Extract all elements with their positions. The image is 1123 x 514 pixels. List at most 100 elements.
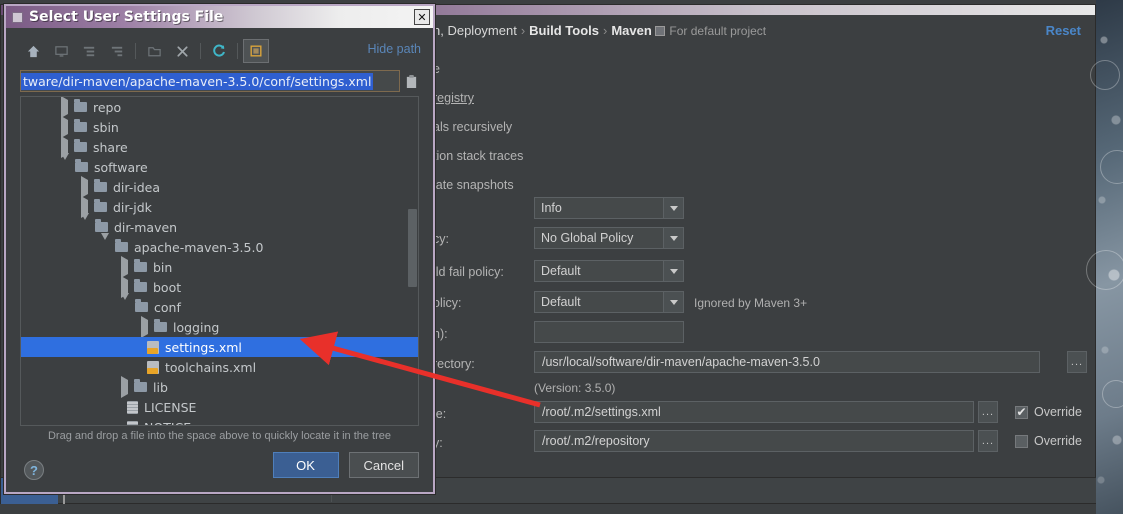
user-settings-file-browse-button[interactable]: ... xyxy=(978,401,998,423)
chevron-down-icon[interactable] xyxy=(663,292,683,312)
close-icon[interactable]: ✕ xyxy=(414,9,430,25)
tree-row[interactable]: repo xyxy=(21,97,418,118)
tree-row[interactable]: software xyxy=(21,153,418,177)
tree-row-label: toolchains.xml xyxy=(165,359,257,375)
collapse-all-icon[interactable] xyxy=(104,39,130,63)
label-use-plugin-registry-text: registry xyxy=(433,91,474,105)
tree-row[interactable]: LICENSE xyxy=(21,397,418,417)
folder-icon xyxy=(74,119,87,132)
tree-row[interactable]: toolchains.xml xyxy=(21,357,418,377)
label-always-update-snapshots-text: late snapshots xyxy=(433,178,514,192)
breadcrumb-maven[interactable]: Maven xyxy=(611,23,651,38)
chevron-right-icon[interactable] xyxy=(81,196,88,218)
window-icon xyxy=(12,11,23,23)
toolbar-divider xyxy=(135,43,136,59)
tree-row-label: sbin xyxy=(93,119,119,135)
xml-file-icon xyxy=(147,340,159,354)
folder-icon xyxy=(74,139,87,152)
chevron-right-icon[interactable] xyxy=(141,316,148,338)
multiproject-build-fail-policy-combo[interactable]: Default xyxy=(534,260,684,282)
chevron-down-icon[interactable] xyxy=(663,261,683,281)
output-level-combo[interactable]: Info xyxy=(534,197,684,219)
expand-all-icon[interactable] xyxy=(76,39,102,63)
ok-button[interactable]: OK xyxy=(272,452,339,478)
tree-row-label: dir-jdk xyxy=(113,199,152,215)
new-folder-icon[interactable] xyxy=(141,39,167,63)
tree-scrollbar[interactable] xyxy=(408,209,417,287)
override-settings-checkbox[interactable]: Override xyxy=(1015,405,1082,419)
checkbox-icon[interactable] xyxy=(1015,434,1028,448)
local-repository-value: /root/.m2/repository xyxy=(542,434,650,448)
show-hidden-files-icon[interactable] xyxy=(243,39,269,63)
plugin-update-policy-value: Default xyxy=(541,295,581,309)
tree-row[interactable]: dir-idea xyxy=(21,176,418,198)
label-multiproject-build-fail-policy: ild fail policy: xyxy=(433,265,504,279)
label-thread-count: n): xyxy=(433,327,448,341)
folder-icon xyxy=(134,379,147,392)
delete-icon[interactable] xyxy=(169,39,195,63)
tree-row-label: NOTICE xyxy=(144,420,191,426)
desktop-wallpaper xyxy=(1086,0,1123,514)
toolbar-divider-3 xyxy=(237,43,238,59)
chevron-down-icon[interactable] xyxy=(101,233,109,254)
chevron-right-icon[interactable] xyxy=(121,256,128,278)
select-user-settings-file-dialog: Select User Settings File ✕ Hide path tw… xyxy=(4,4,435,494)
tree-row-label: repo xyxy=(93,99,122,115)
chevron-right-icon[interactable] xyxy=(61,116,68,138)
tree-row[interactable]: dir-maven xyxy=(21,213,418,237)
plugin-update-policy-note: Ignored by Maven 3+ xyxy=(694,296,808,310)
path-input[interactable]: tware/dir-maven/apache-maven-3.5.0/conf/… xyxy=(20,70,400,92)
folder-icon xyxy=(74,99,87,112)
home-icon[interactable] xyxy=(20,39,46,63)
maven-home-browse-button[interactable]: ... xyxy=(1067,351,1087,373)
tree-row[interactable]: NOTICE xyxy=(21,417,418,426)
refresh-icon[interactable] xyxy=(206,39,232,63)
cancel-button[interactable]: Cancel xyxy=(348,452,419,478)
tree-row[interactable]: share xyxy=(21,136,418,158)
checksum-policy-combo[interactable]: No Global Policy xyxy=(534,227,684,249)
desktop-icon[interactable] xyxy=(48,39,74,63)
tree-row[interactable]: conf xyxy=(21,293,418,317)
help-button[interactable]: ? xyxy=(24,460,44,480)
tree-row[interactable]: sbin xyxy=(21,116,418,138)
tree-row-label: conf xyxy=(154,299,181,315)
chevron-right-icon[interactable] xyxy=(121,276,128,298)
folder-icon xyxy=(95,219,108,232)
reset-link[interactable]: Reset xyxy=(1046,23,1081,38)
plugin-update-policy-combo[interactable]: Default xyxy=(534,291,684,313)
breadcrumb-scope: For default project xyxy=(669,24,767,38)
tree-row-label: share xyxy=(93,139,128,155)
chevron-right-icon[interactable] xyxy=(81,176,88,198)
tree-row[interactable]: settings.xml xyxy=(21,337,418,357)
breadcrumb-separator-1: › xyxy=(520,23,526,38)
paste-icon[interactable] xyxy=(403,74,419,89)
maven-home-directory-input[interactable]: /usr/local/software/dir-maven/apache-mav… xyxy=(534,351,1040,373)
user-settings-file-input[interactable]: /root/.m2/settings.xml xyxy=(534,401,974,423)
local-repository-browse-button[interactable]: ... xyxy=(978,430,998,452)
checkbox-icon[interactable] xyxy=(1015,405,1028,419)
file-tree[interactable]: repo sbin share software dir-idea dir-jdk dir-… xyxy=(20,96,419,426)
tree-row[interactable]: apache-maven-3.5.0 xyxy=(21,233,418,257)
maven-version-note: (Version: 3.5.0) xyxy=(534,381,616,395)
override-repository-checkbox[interactable]: Override xyxy=(1015,434,1082,448)
chevron-down-icon[interactable] xyxy=(121,293,129,314)
thread-count-input[interactable] xyxy=(534,321,684,343)
label-always-update-snapshots: late snapshots xyxy=(433,178,514,192)
chevron-down-icon[interactable] xyxy=(663,198,683,218)
tree-row[interactable]: lib xyxy=(21,376,418,398)
chevron-right-icon[interactable] xyxy=(121,376,128,398)
tree-row-label: settings.xml xyxy=(165,339,242,355)
chevron-down-icon[interactable] xyxy=(81,213,89,234)
dialog-title: Select User Settings File xyxy=(29,9,224,25)
tree-row[interactable]: logging xyxy=(21,316,418,338)
chevron-right-icon[interactable] xyxy=(61,136,68,158)
chevron-down-icon[interactable] xyxy=(663,228,683,248)
toolbar-divider-2 xyxy=(200,43,201,59)
tree-row[interactable]: bin xyxy=(21,256,418,278)
breadcrumb-build-tools[interactable]: Build Tools xyxy=(529,23,599,38)
hide-path-link[interactable]: Hide path xyxy=(367,42,421,56)
tree-row[interactable]: boot xyxy=(21,276,418,298)
chevron-right-icon[interactable] xyxy=(61,97,68,118)
chevron-down-icon[interactable] xyxy=(61,153,69,174)
local-repository-input[interactable]: /root/.m2/repository xyxy=(534,430,974,452)
